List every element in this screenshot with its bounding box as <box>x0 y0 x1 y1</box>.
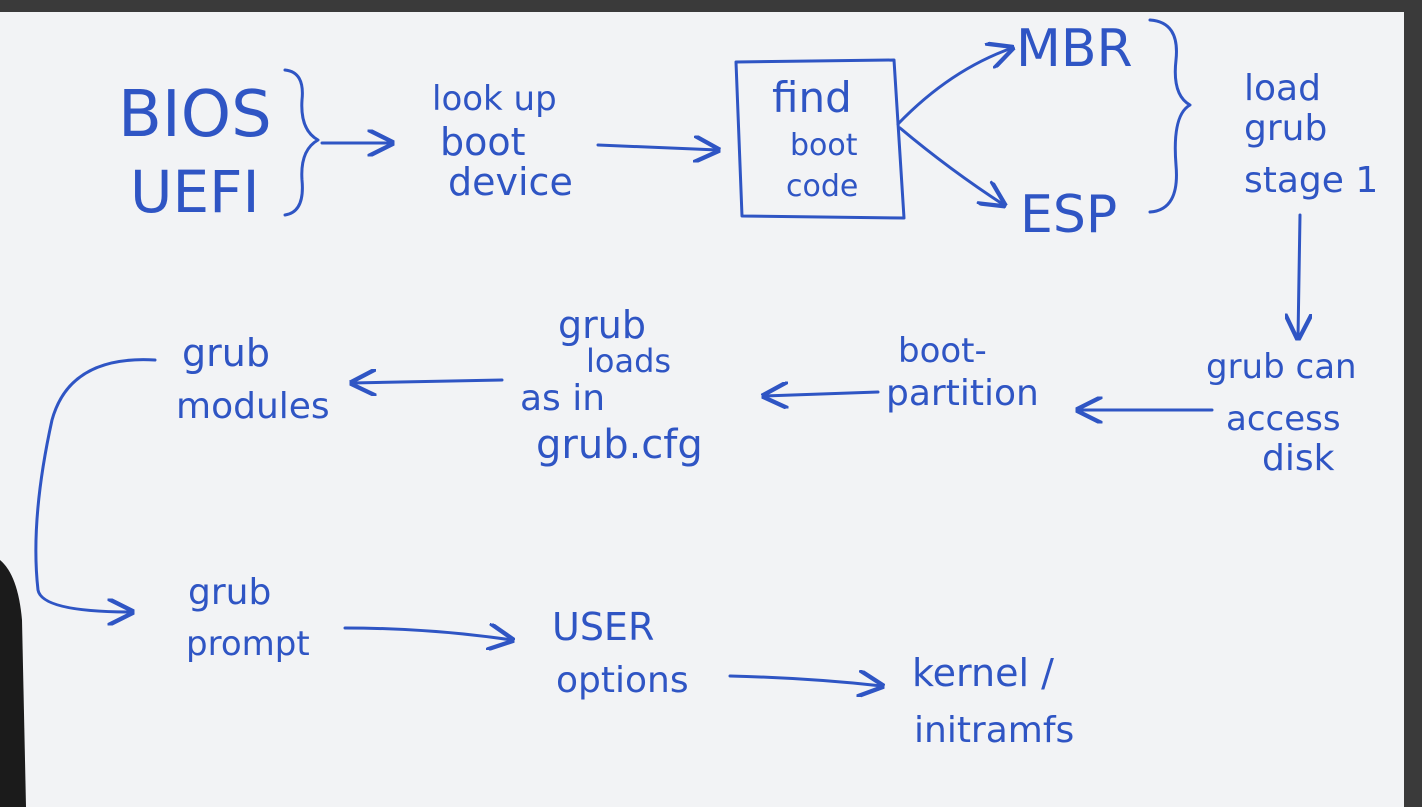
node-scan-line1: grub can <box>1206 347 1357 387</box>
node-esp: ESP <box>1020 185 1117 245</box>
node-grubloads-line1: grub <box>558 303 646 347</box>
node-prompt-line2: prompt <box>186 624 310 664</box>
right-frame-edge <box>1404 0 1422 807</box>
node-modules-line1: grub <box>182 331 270 375</box>
node-find-line3: code <box>786 169 858 204</box>
node-bios: BIOS <box>118 78 272 152</box>
node-load-line2: grub <box>1244 108 1327 149</box>
node-lookup-line3: device <box>448 160 573 204</box>
node-bootpart-line2: partition <box>886 373 1039 414</box>
node-grubloads-line2: loads <box>586 342 671 380</box>
node-find-line1: find <box>772 73 852 122</box>
node-load-line3: stage 1 <box>1244 160 1378 201</box>
arrow-load-to-scan <box>1298 213 1300 338</box>
node-user-line2: options <box>556 660 689 701</box>
node-kernel-line2: initramfs <box>914 710 1074 751</box>
node-load-line1: load <box>1244 68 1321 109</box>
whiteboard-diagram: BIOS UEFI look up boot device find boot … <box>0 0 1422 807</box>
node-modules-line2: modules <box>176 386 330 427</box>
node-lookup-line1: look up <box>432 79 557 119</box>
node-grubloads-line4: grub.cfg <box>536 422 703 468</box>
node-uefi: UEFI <box>130 158 260 226</box>
node-prompt-line1: grub <box>188 572 271 613</box>
node-bootpart-line1: boot- <box>898 331 987 371</box>
node-scan-line3: disk <box>1262 438 1335 479</box>
node-user-line1: USER <box>552 605 654 649</box>
node-find-line2: boot <box>790 128 858 163</box>
node-kernel-line1: kernel / <box>912 651 1054 695</box>
node-mbr: MBR <box>1016 19 1133 79</box>
node-lookup-line2: boot <box>440 120 526 164</box>
node-scan-line2: access <box>1226 399 1341 439</box>
node-grubloads-line3: as in <box>520 378 605 419</box>
